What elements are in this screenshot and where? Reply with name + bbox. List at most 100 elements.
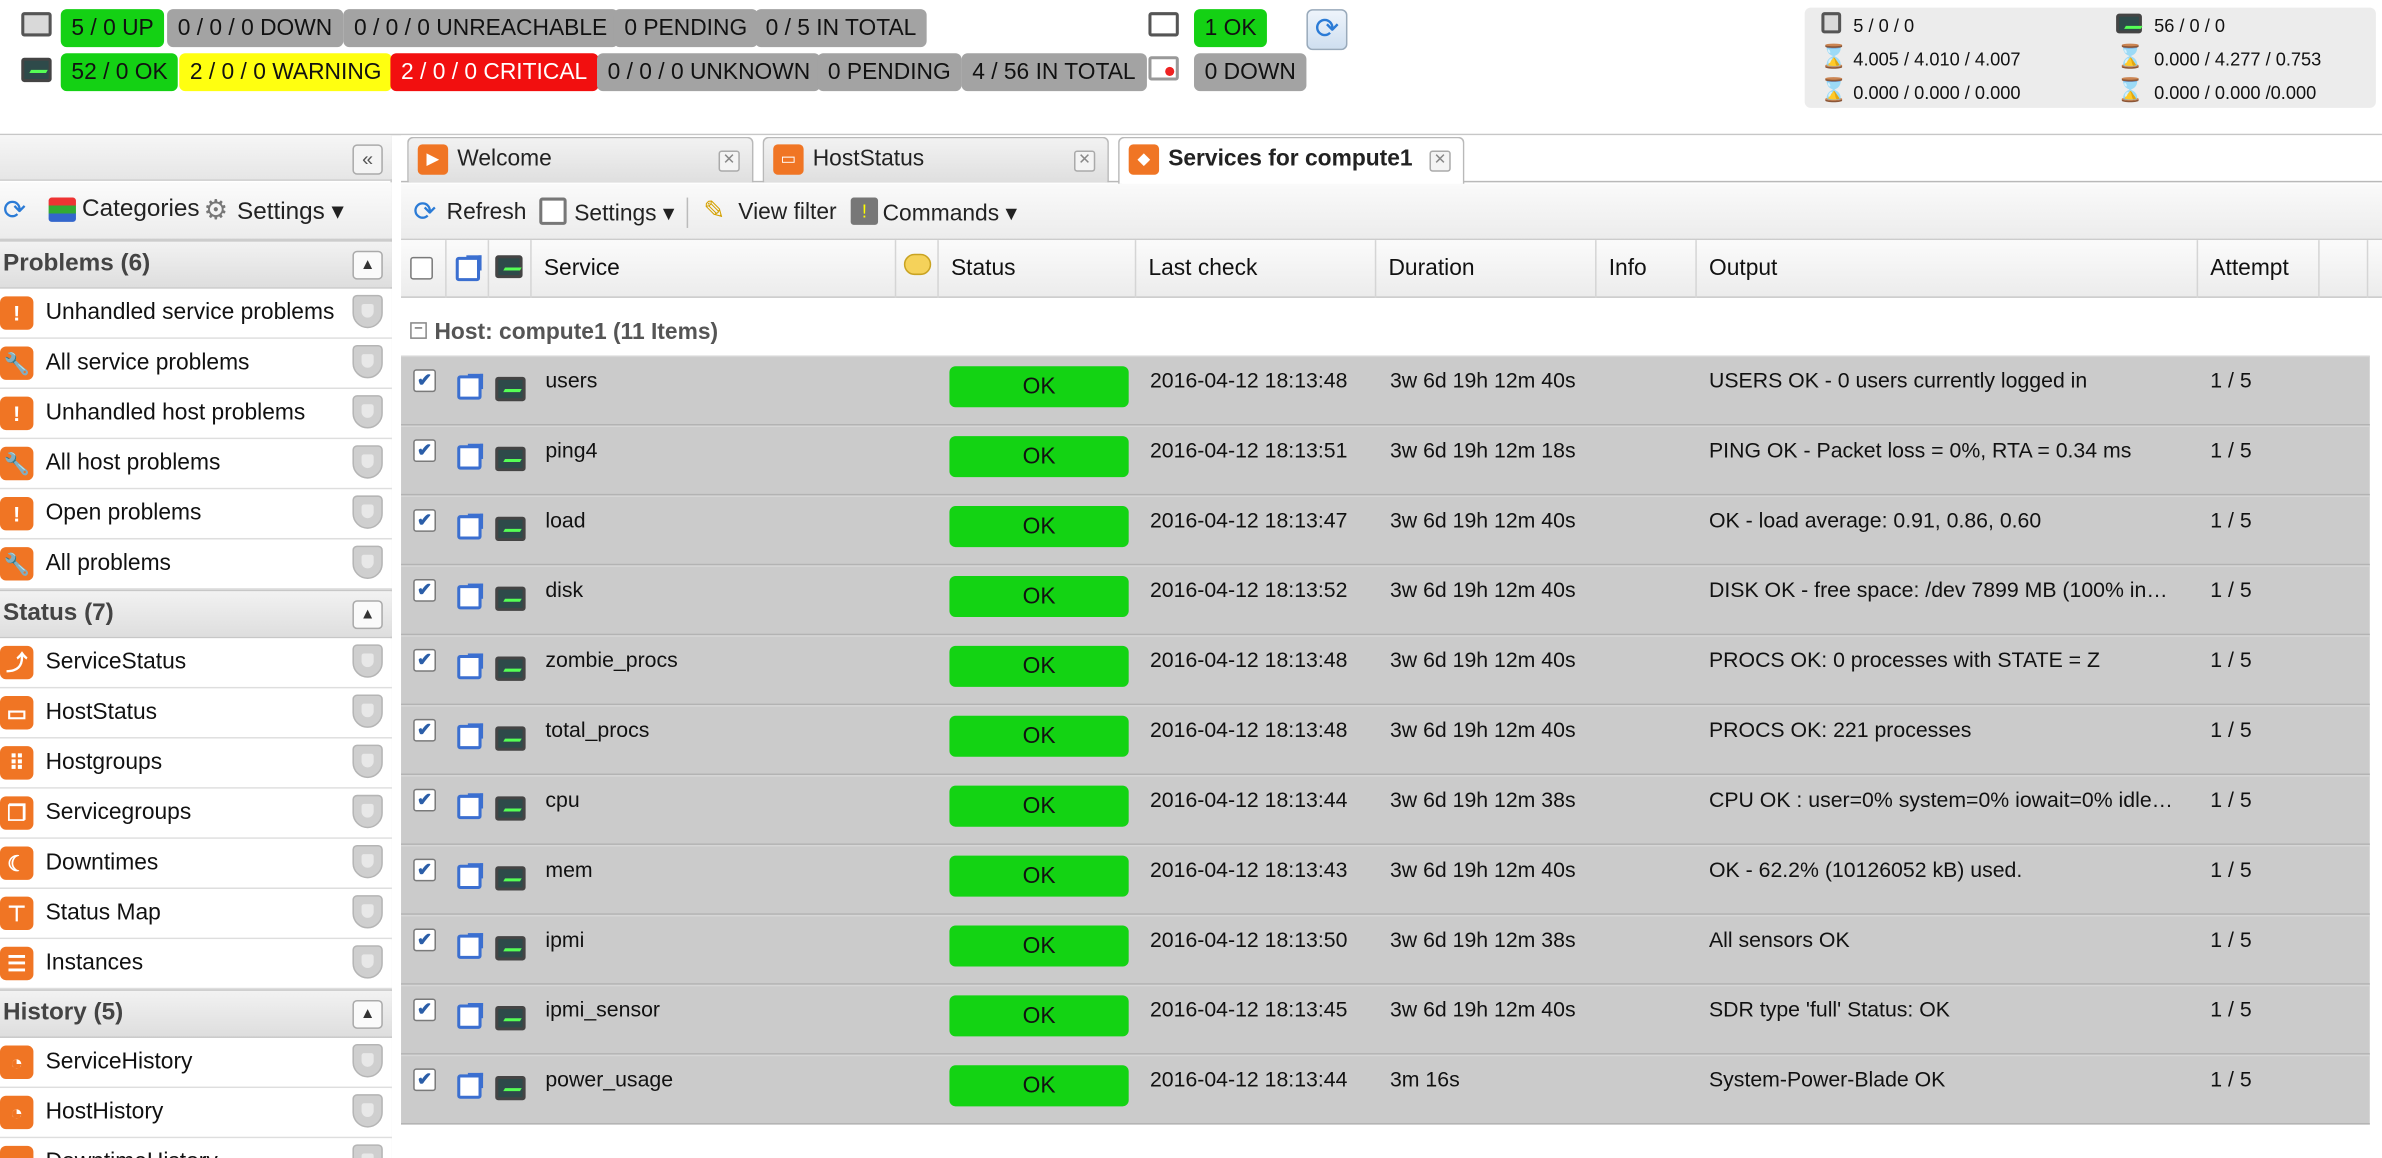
table-row[interactable]: ✔ ping4 OK 2016-04-12 18:13:51 3w 6d 19h 12m…	[401, 425, 2370, 496]
graph-icon[interactable]	[495, 726, 526, 751]
row-checkbox[interactable]: ✔	[413, 998, 436, 1022]
graph-icon[interactable]	[495, 586, 526, 611]
hosts-down-badge[interactable]: 0 / 0 / 0 DOWN	[167, 9, 343, 48]
table-row[interactable]: ✔ ipmi OK 2016-04-12 18:13:50 3w 6d 19h 12m …	[401, 914, 2370, 985]
section-status[interactable]: Status (7) ▲	[0, 589, 392, 639]
graph-icon[interactable]	[495, 446, 526, 472]
table-row[interactable]: ✔ mem OK 2016-04-12 18:13:43 3w 6d 19h 12m 4…	[401, 844, 2370, 915]
services-critical-badge[interactable]: 2 / 0 / 0 CRITICAL	[390, 53, 598, 92]
row-checkbox[interactable]: ✔	[413, 788, 436, 812]
graph-icon[interactable]	[495, 376, 526, 402]
services-warning-badge[interactable]: 2 / 0 / 0 WARNING	[179, 53, 393, 92]
table-row[interactable]: ✔ cpu OK 2016-04-12 18:13:44 3w 6d 19h 12m 3…	[401, 775, 2370, 845]
refresh-icon[interactable]: ⟳	[1306, 9, 1348, 51]
external-link-icon[interactable]	[457, 723, 484, 750]
nav-item-status-map[interactable]: ⊤ Status Map	[0, 889, 392, 940]
collapse-section-icon[interactable]: ▲	[352, 999, 383, 1029]
services-pending-badge[interactable]: 0 PENDING	[817, 53, 962, 92]
nav-item-hostgroups[interactable]: ⠿ Hostgroups	[0, 738, 392, 789]
column-status[interactable]: Status	[939, 240, 1137, 298]
table-row[interactable]: ✔ zombie_procs OK 2016-04-12 18:13:48 3w 6d …	[401, 635, 2370, 706]
nav-item-servicestatus[interactable]: ⤴ ServiceStatus	[0, 638, 392, 689]
hosts-unreachable-badge[interactable]: 0 / 0 / 0 UNREACHABLE	[343, 9, 618, 48]
service-name[interactable]: zombie_procs	[545, 647, 677, 671]
graph-icon[interactable]	[495, 866, 526, 891]
nav-item-all-service-problems[interactable]: 🔧 All service problems	[0, 338, 392, 390]
graph-icon[interactable]	[495, 1006, 526, 1031]
tab-services-for-compute1[interactable]: ◆ Services for compute1 ✕	[1118, 136, 1465, 184]
external-link-icon[interactable]	[457, 583, 484, 610]
service-name[interactable]: ipmi	[545, 927, 584, 951]
settings-dropdown[interactable]: Settings ▾	[574, 199, 674, 227]
row-checkbox[interactable]: ✔	[413, 1068, 436, 1092]
table-row[interactable]: ✔ disk OK 2016-04-12 18:13:52 3w 6d 19h 12m …	[401, 565, 2370, 636]
refresh-icon[interactable]: ⟳	[3, 196, 30, 223]
nav-item-servicehistory[interactable]: ◔ ServiceHistory	[0, 1037, 392, 1089]
service-name[interactable]: mem	[545, 857, 592, 881]
row-checkbox[interactable]: ✔	[413, 928, 436, 952]
nav-item-servicegroups[interactable]: ❐ Servicegroups	[0, 788, 392, 839]
close-tab-icon[interactable]: ✕	[1429, 150, 1451, 172]
hosts-total-badge[interactable]: 0 / 5 IN TOTAL	[754, 9, 927, 48]
column-duration[interactable]: Duration	[1376, 240, 1597, 298]
external-link-icon[interactable]	[457, 653, 484, 680]
service-name[interactable]: ping4	[545, 438, 597, 462]
table-row[interactable]: ✔ ipmi_sensor OK 2016-04-12 18:13:45 3w 6d 1…	[401, 984, 2370, 1055]
group-header[interactable]: − Host: compute1 (11 Items)	[401, 304, 2382, 356]
service-name[interactable]: disk	[545, 577, 583, 601]
external-link-icon[interactable]	[457, 513, 484, 540]
row-checkbox[interactable]: ✔	[413, 718, 436, 742]
hosts-up-badge[interactable]: 5 / 0 UP	[60, 9, 165, 48]
commands-dropdown[interactable]: Commands ▾	[883, 199, 1017, 227]
tab-hoststatus[interactable]: ▭ HostStatus ✕	[762, 136, 1109, 183]
collapse-section-icon[interactable]: ▲	[352, 250, 383, 280]
collapse-section-icon[interactable]: ▲	[352, 600, 383, 630]
hosts-pending-badge[interactable]: 0 PENDING	[613, 9, 758, 48]
graph-icon[interactable]	[495, 936, 526, 961]
graph-icon[interactable]	[495, 796, 526, 821]
graph-icon[interactable]	[495, 1075, 526, 1101]
service-name[interactable]: ipmi_sensor	[545, 997, 660, 1021]
nav-item-open-problems[interactable]: ! Open problems	[0, 489, 392, 540]
column-output[interactable]: Output	[1697, 240, 2199, 298]
section-history[interactable]: History (5) ▲	[0, 989, 392, 1038]
table-row[interactable]: ✔ power_usage OK 2016-04-12 18:13:44 3m 16s S…	[401, 1054, 2370, 1125]
external-link-icon[interactable]	[457, 793, 484, 820]
row-checkbox[interactable]: ✔	[413, 369, 436, 393]
external-link-icon[interactable]	[457, 933, 484, 959]
settings-dropdown[interactable]: Settings ▾	[237, 196, 344, 226]
external-link-icon[interactable]	[457, 1072, 484, 1099]
close-tab-icon[interactable]: ✕	[718, 150, 740, 172]
monitor-ok-badge[interactable]: 1 OK	[1194, 9, 1268, 48]
service-name[interactable]: power_usage	[545, 1067, 673, 1091]
collapse-panel-icon[interactable]: «	[352, 144, 383, 175]
nav-item-hoststatus[interactable]: ▭ HostStatus	[0, 688, 392, 739]
table-row[interactable]: ✔ total_procs OK 2016-04-12 18:13:48 3w 6d 1…	[401, 705, 2370, 776]
nav-item-unhandled-host-problems[interactable]: ! Unhandled host problems	[0, 389, 392, 440]
graph-icon[interactable]	[495, 656, 526, 681]
select-all-checkbox[interactable]	[410, 256, 433, 280]
nav-item-downtimehistory[interactable]: ◔ DowntimeHistory	[0, 1138, 392, 1158]
nav-item-unhandled-service-problems[interactable]: ! Unhandled service problems	[0, 288, 392, 339]
nav-item-all-problems[interactable]: 🔧 All problems	[0, 539, 392, 590]
row-checkbox[interactable]: ✔	[413, 439, 436, 462]
row-checkbox[interactable]: ✔	[413, 648, 436, 672]
categories-button[interactable]: Categories	[82, 196, 200, 223]
view-filter-button[interactable]: View filter	[738, 199, 836, 225]
close-tab-icon[interactable]: ✕	[1074, 150, 1096, 172]
column-info[interactable]: Info	[1597, 240, 1697, 298]
service-name[interactable]: cpu	[545, 787, 579, 811]
column-service[interactable]: Service	[532, 240, 897, 298]
row-checkbox[interactable]: ✔	[413, 509, 436, 532]
services-total-badge[interactable]: 4 / 56 IN TOTAL	[961, 53, 1147, 92]
refresh-button[interactable]: Refresh	[447, 199, 527, 225]
table-row[interactable]: ✔ users OK 2016-04-12 18:13:48 3w 6d 19h 12m…	[401, 355, 2370, 426]
nav-item-all-host-problems[interactable]: 🔧 All host problems	[0, 439, 392, 490]
external-link-icon[interactable]	[457, 443, 484, 470]
nav-item-hosthistory[interactable]: ◔ HostHistory	[0, 1088, 392, 1139]
row-checkbox[interactable]: ✔	[413, 858, 436, 882]
service-name[interactable]: users	[545, 368, 597, 392]
nav-item-downtimes[interactable]: ☾ Downtimes	[0, 838, 392, 890]
column-attempt[interactable]: Attempt	[2198, 240, 2320, 298]
service-name[interactable]: load	[545, 508, 585, 532]
